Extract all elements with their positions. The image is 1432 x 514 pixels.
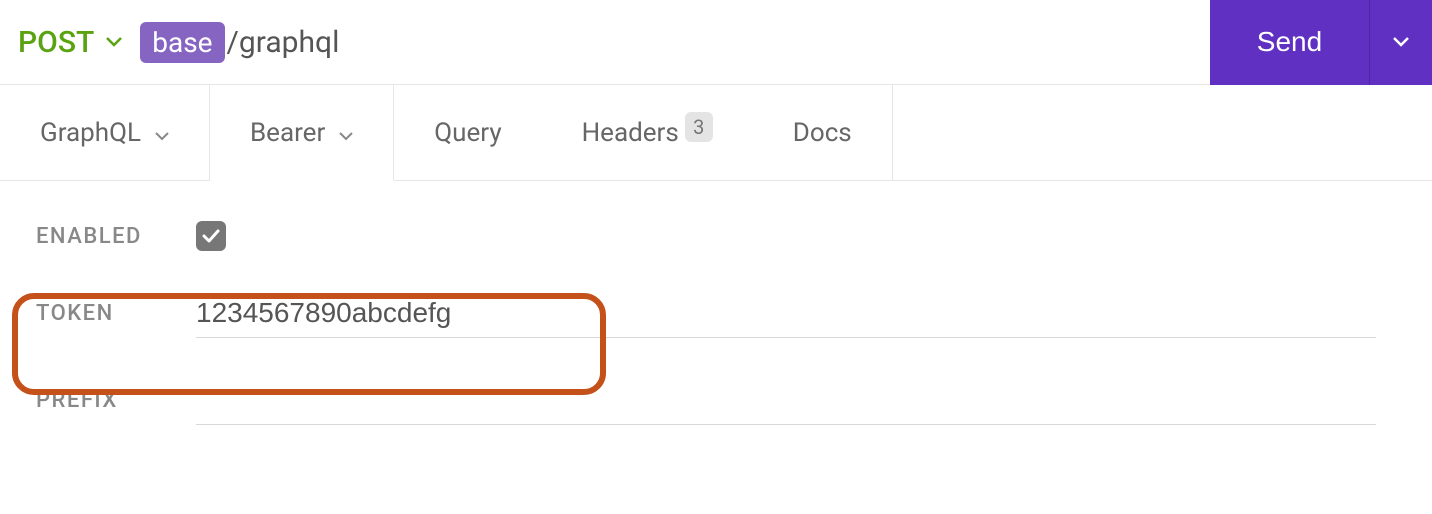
send-button[interactable]: Send	[1210, 0, 1370, 85]
tab-headers[interactable]: Headers 3	[542, 85, 753, 180]
token-input[interactable]	[196, 289, 1376, 338]
check-icon	[202, 229, 220, 243]
send-label: Send	[1257, 26, 1322, 58]
tab-body[interactable]: GraphQL	[0, 85, 210, 181]
prefix-input[interactable]	[196, 376, 1376, 425]
tab-docs[interactable]: Docs	[753, 85, 893, 180]
tab-auth[interactable]: Bearer	[210, 85, 394, 181]
method-label: POST	[18, 25, 94, 60]
tab-body-label: GraphQL	[40, 118, 141, 148]
tab-query-label: Query	[434, 118, 501, 148]
send-dropdown-button[interactable]	[1370, 0, 1432, 85]
enabled-checkbox[interactable]	[196, 221, 226, 251]
prefix-row: PREFIX	[36, 376, 1396, 425]
base-url-pill[interactable]: base	[140, 22, 224, 63]
headers-count-badge: 3	[685, 112, 713, 142]
caret-down-icon	[339, 118, 353, 148]
tab-docs-label: Docs	[793, 118, 852, 148]
token-label: TOKEN	[36, 301, 196, 326]
url-path[interactable]: /graphql	[227, 25, 340, 60]
enabled-row: ENABLED	[36, 221, 1396, 251]
request-bar: POST base /graphql Send	[0, 0, 1432, 85]
token-row: TOKEN	[36, 289, 1396, 338]
tab-auth-label: Bearer	[250, 118, 325, 148]
tab-query[interactable]: Query	[394, 85, 541, 180]
method-selector[interactable]: POST	[18, 25, 140, 60]
auth-form: ENABLED TOKEN PREFIX	[0, 181, 1432, 503]
tabs: GraphQL Bearer Query Headers 3 Docs	[0, 85, 1432, 181]
tab-headers-label: Headers	[582, 118, 679, 148]
caret-down-icon	[155, 118, 169, 148]
caret-down-icon	[106, 37, 122, 47]
enabled-label: ENABLED	[36, 224, 196, 249]
caret-down-icon	[1393, 35, 1409, 50]
prefix-label: PREFIX	[36, 388, 196, 413]
